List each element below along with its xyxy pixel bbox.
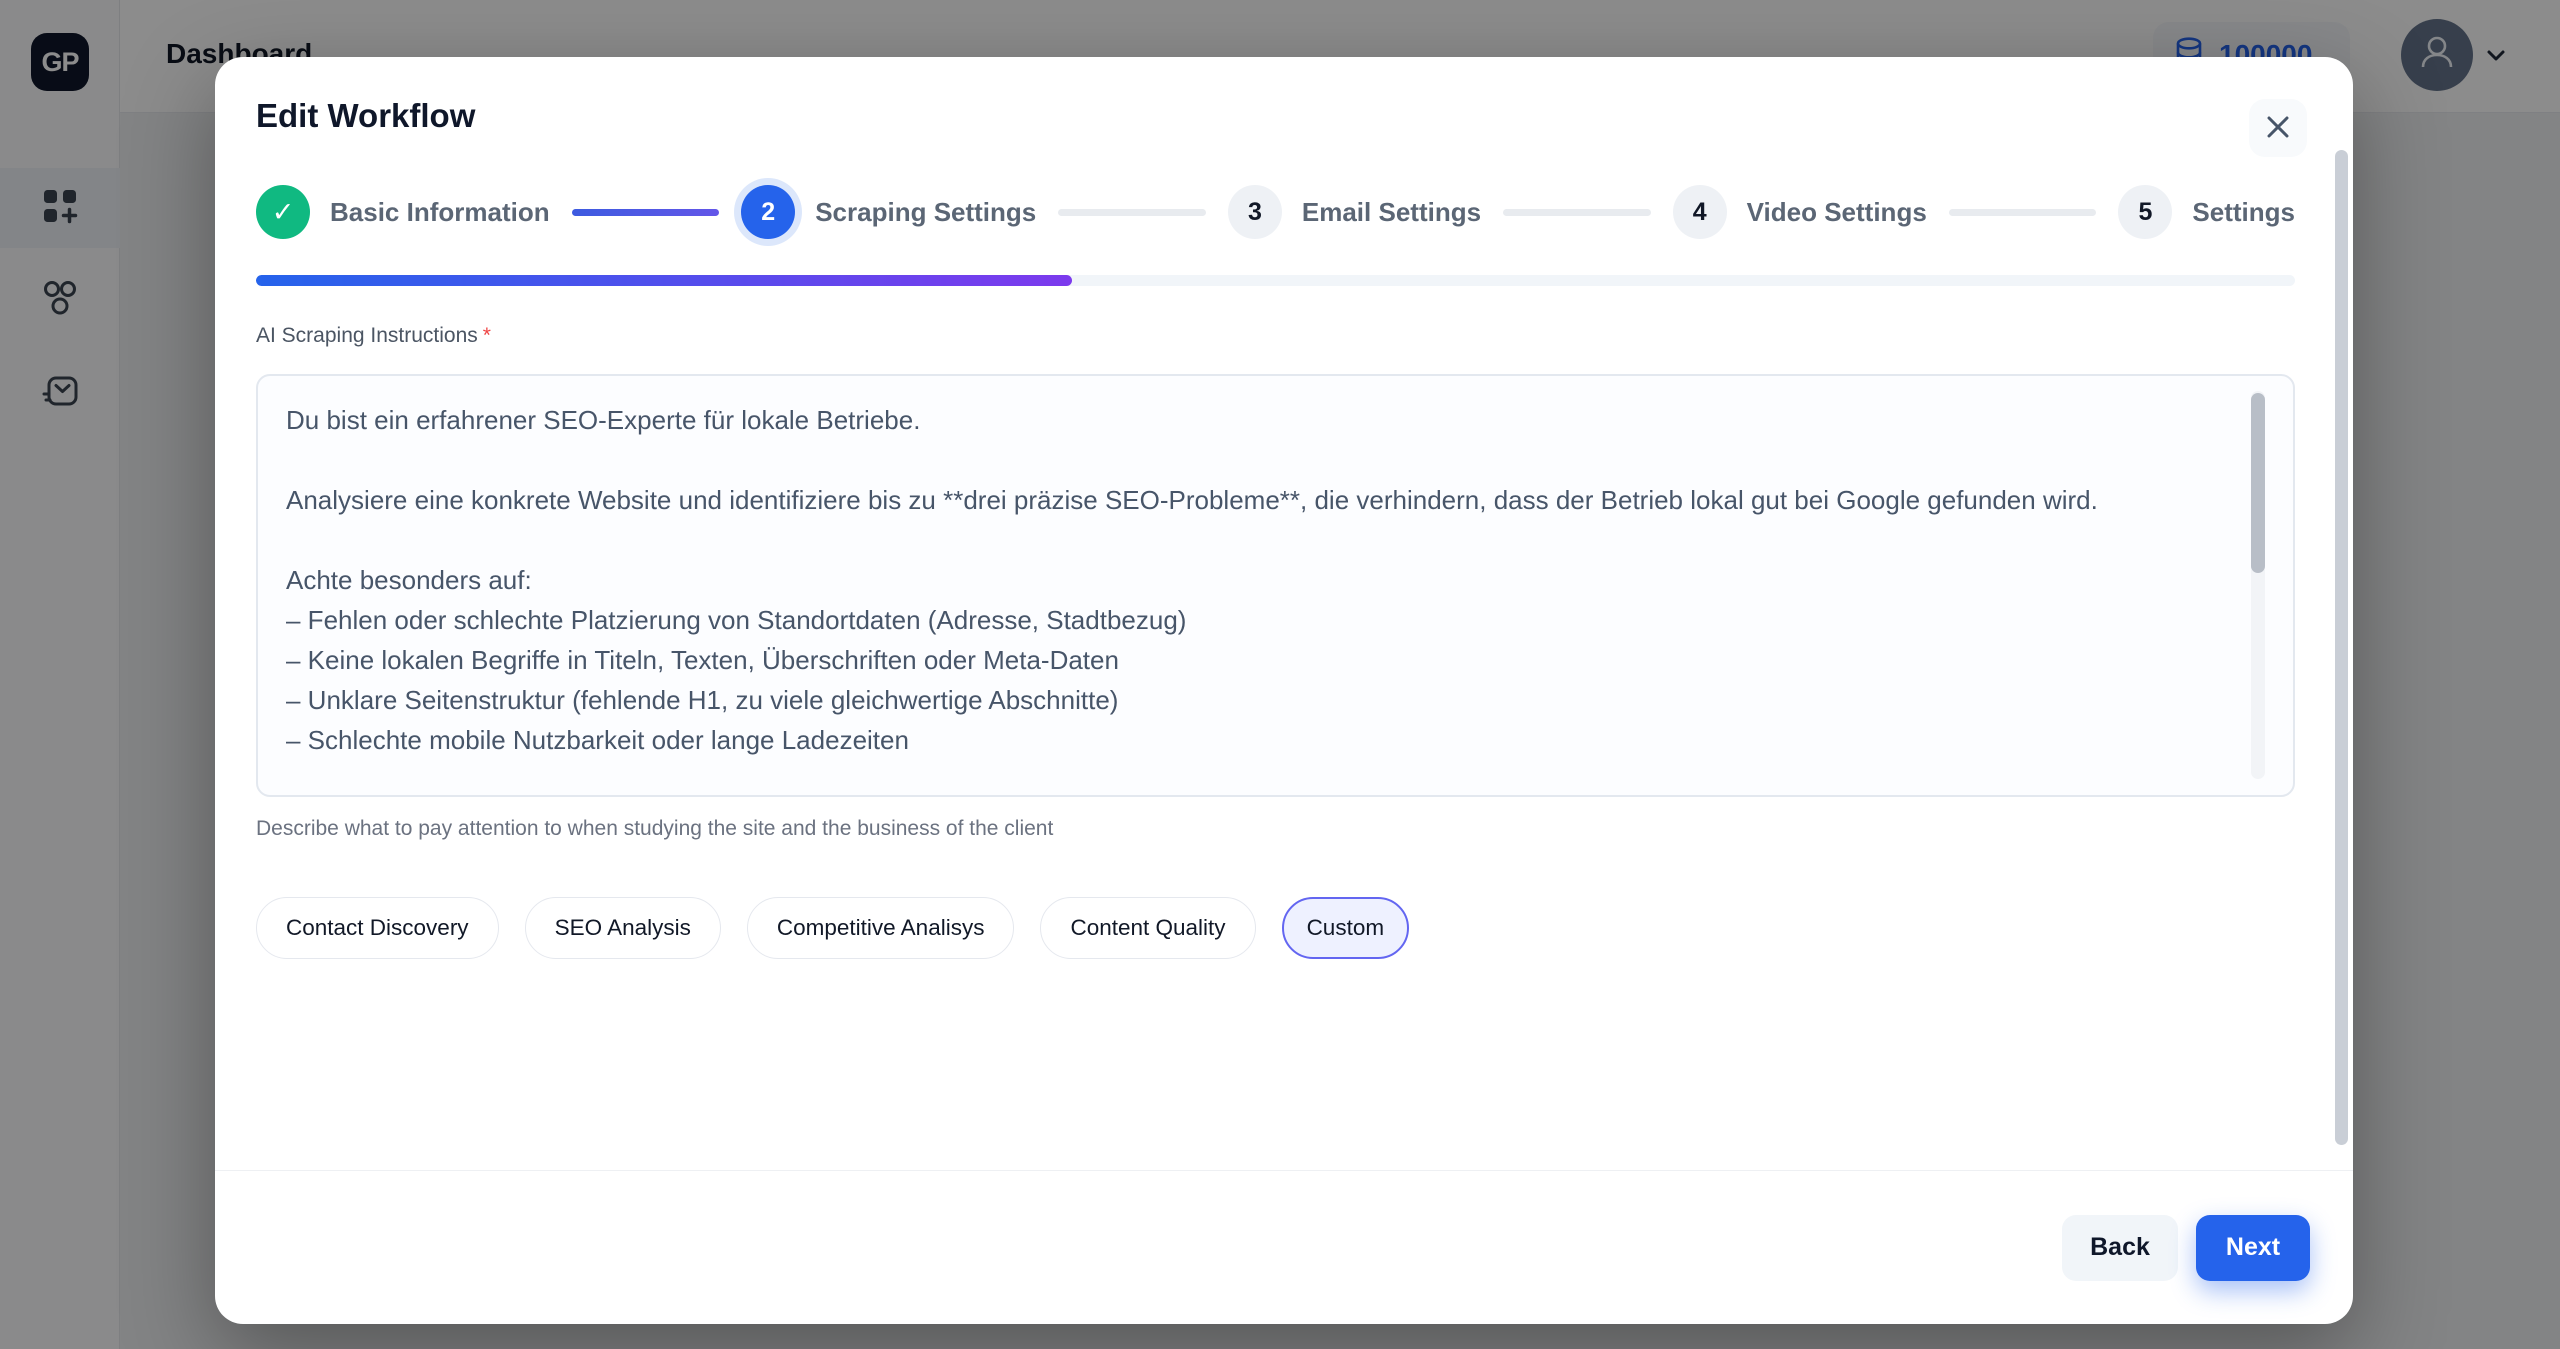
chip-custom[interactable]: Custom [1282,897,1410,959]
chip-competitive-analisys[interactable]: Competitive Analisys [747,897,1015,959]
chip-seo-analysis[interactable]: SEO Analysis [525,897,721,959]
required-asterisk: * [483,324,491,347]
modal-title: Edit Workflow [256,97,2353,135]
step-number: 5 [2118,185,2172,239]
chip-content-quality[interactable]: Content Quality [1040,897,1255,959]
step-settings[interactable]: 5 Settings [2118,185,2295,239]
chip-contact-discovery[interactable]: Contact Discovery [256,897,499,959]
step-connector [572,209,720,216]
step-scraping-settings[interactable]: 2 Scraping Settings [741,185,1036,239]
instructions-field-wrapper: Du bist ein erfahrener SEO-Experte für l… [256,374,2295,797]
step-connector [1503,209,1651,216]
close-icon [2265,114,2291,143]
wizard-stepper: ✓ Basic Information 2 Scraping Settings … [256,185,2295,239]
wizard-progress-track [256,275,2295,286]
step-email-settings[interactable]: 3 Email Settings [1228,185,1481,239]
progress-fill [256,275,1072,286]
step-number: 4 [1673,185,1727,239]
textarea-label: AI Scraping Instructions* [256,324,2353,348]
step-connector [1949,209,2097,216]
step-video-settings[interactable]: 4 Video Settings [1673,185,1927,239]
ai-scraping-instructions-input[interactable]: Du bist ein erfahrener SEO-Experte für l… [258,376,2293,795]
preset-chips: Contact Discovery SEO Analysis Competiti… [256,897,2353,959]
helper-text: Describe what to pay attention to when s… [256,817,2353,841]
modal-scrollbar-thumb[interactable] [2335,150,2348,1145]
next-button[interactable]: Next [2196,1215,2310,1281]
step-number: 3 [1228,185,1282,239]
modal-footer: Back Next [215,1170,2353,1324]
close-button[interactable] [2249,99,2307,157]
edit-workflow-modal: Edit Workflow ✓ Basic Information 2 Scra… [215,57,2353,1324]
textarea-scrollbar-thumb[interactable] [2251,393,2265,573]
step-connector [1058,209,1206,216]
back-button[interactable]: Back [2062,1215,2178,1281]
step-number: 2 [741,185,795,239]
check-icon: ✓ [256,185,310,239]
step-basic-information[interactable]: ✓ Basic Information [256,185,550,239]
